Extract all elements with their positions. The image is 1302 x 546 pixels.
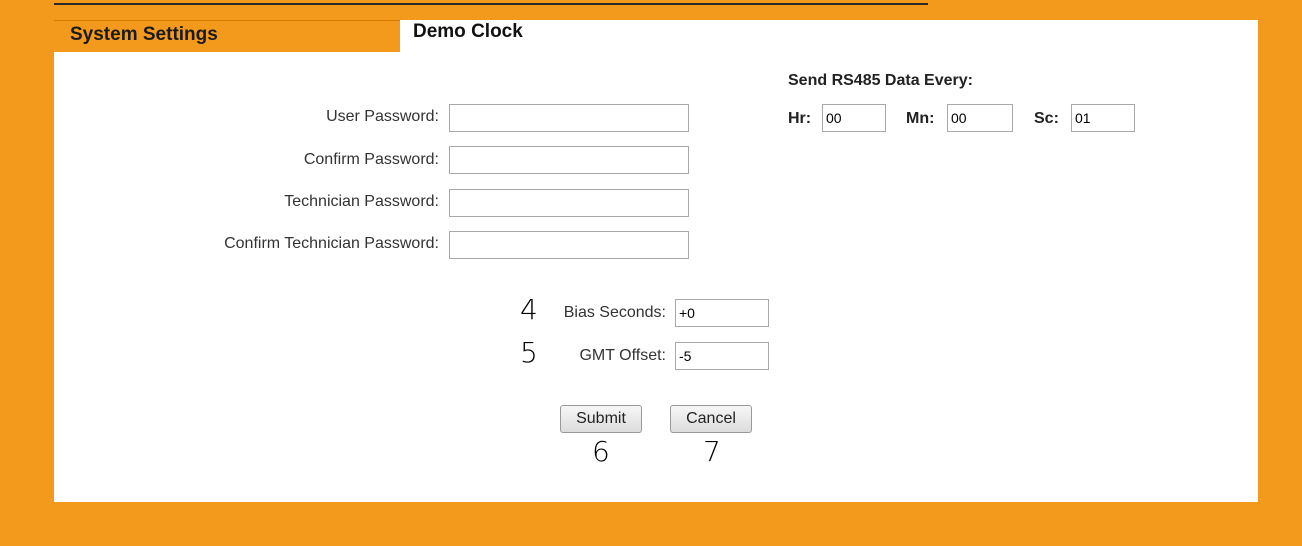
tab-demo-clock-label: Demo Clock — [413, 21, 523, 42]
top-divider — [54, 3, 928, 5]
rs485-mn-label: Mn: — [906, 110, 935, 127]
bias-seconds-field[interactable] — [675, 299, 769, 327]
confirm-technician-password-label: Confirm Technician Password: — [224, 235, 439, 252]
user-password-field[interactable] — [449, 104, 689, 132]
rs485-title: Send RS485 Data Every: — [788, 72, 973, 89]
annotation-7: 7 — [703, 435, 721, 468]
bias-seconds-label: Bias Seconds: — [563, 304, 666, 321]
user-password-label: User Password: — [326, 108, 439, 125]
tab-demo-clock[interactable]: Demo Clock — [400, 20, 1258, 54]
confirm-password-label: Confirm Password: — [303, 151, 439, 168]
rs485-sc-label: Sc: — [1034, 110, 1059, 127]
technician-password-label: Technician Password: — [284, 193, 439, 210]
rs485-hr-label: Hr: — [788, 110, 812, 127]
technician-password-field[interactable] — [449, 189, 689, 217]
gmt-offset-field[interactable] — [675, 342, 769, 370]
annotation-6: 6 — [592, 435, 610, 468]
confirm-password-field[interactable] — [449, 146, 689, 174]
tab-system-settings-label: System Settings — [70, 24, 218, 45]
tab-system-settings[interactable]: System Settings — [54, 20, 400, 53]
confirm-technician-password-field[interactable] — [449, 231, 689, 259]
gmt-offset-label: GMT Offset: — [579, 347, 666, 364]
rs485-sc-field[interactable] — [1071, 104, 1135, 132]
rs485-mn-field[interactable] — [947, 104, 1013, 132]
rs485-hr-field[interactable] — [822, 104, 886, 132]
cancel-button[interactable]: Cancel — [670, 405, 752, 433]
submit-button[interactable]: Submit — [560, 405, 642, 433]
